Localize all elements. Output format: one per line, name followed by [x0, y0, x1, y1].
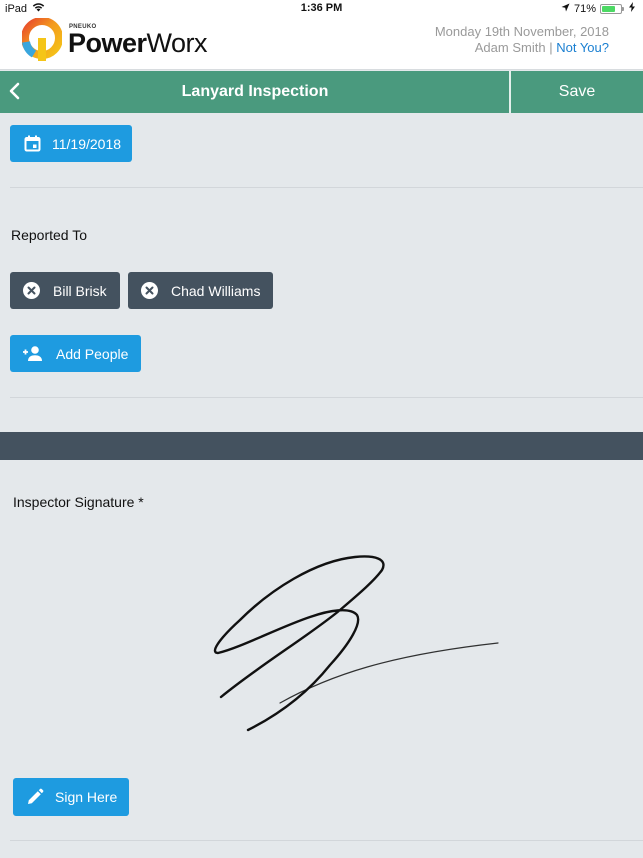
- close-icon: [145, 286, 154, 295]
- page-title: Lanyard Inspection: [181, 83, 329, 100]
- save-button[interactable]: Save: [511, 71, 643, 113]
- add-people-button[interactable]: Add People: [10, 335, 141, 372]
- remove-person-button[interactable]: [141, 282, 158, 299]
- signature-drawing: [213, 555, 499, 732]
- add-people-label: Add People: [56, 345, 129, 362]
- signature-stroke: [213, 555, 385, 732]
- pencil-icon: [24, 786, 46, 808]
- status-bar: iPad 1:36 PM 71%: [0, 0, 643, 18]
- powerworx-logo: PNEUKO PowerWorx: [22, 18, 222, 62]
- divider: [10, 840, 643, 841]
- brand-name: PowerWorx: [68, 28, 208, 59]
- brand-name-bold: Power: [68, 28, 147, 58]
- app-header: PNEUKO PowerWorx Monday 19th November, 2…: [0, 18, 643, 70]
- brand-name-light: Worx: [146, 28, 208, 58]
- navigation-bar: Lanyard Inspection Save: [0, 71, 643, 113]
- reported-to-label: Reported To: [11, 227, 88, 243]
- add-person-icon: [22, 343, 44, 365]
- not-you-link[interactable]: Not You?: [556, 40, 609, 55]
- date-value: 11/19/2018: [52, 135, 122, 152]
- date-picker-button[interactable]: 11/19/2018: [10, 125, 132, 162]
- calendar-icon: [21, 133, 43, 155]
- user-name: Adam Smith: [474, 40, 546, 55]
- section-header-bar: [0, 432, 643, 460]
- divider: [10, 397, 643, 398]
- signature-tail-stroke: [279, 642, 499, 704]
- separator: |: [549, 40, 553, 55]
- sign-here-button[interactable]: Sign Here: [13, 778, 129, 816]
- reported-to-chip: Bill Brisk: [10, 272, 120, 309]
- battery-percent: 71%: [573, 2, 596, 15]
- clock: 1:36 PM: [300, 2, 343, 14]
- remove-person-button[interactable]: [23, 282, 40, 299]
- user-info: Monday 19th November, 2018 Adam Smith | …: [435, 24, 609, 56]
- inspector-signature-label: Inspector Signature *: [13, 494, 144, 510]
- logo-mark-icon: [22, 18, 62, 61]
- divider: [10, 187, 643, 188]
- person-name: Bill Brisk: [53, 282, 107, 299]
- reported-to-chip: Chad Williams: [128, 272, 273, 309]
- current-date: Monday 19th November, 2018: [434, 24, 609, 39]
- charging-bolt-icon: [629, 2, 635, 15]
- close-icon: [27, 286, 36, 295]
- sign-here-label: Sign Here: [55, 789, 118, 805]
- location-arrow-icon: [561, 3, 570, 15]
- person-name: Chad Williams: [171, 282, 261, 299]
- battery-icon: [600, 3, 624, 14]
